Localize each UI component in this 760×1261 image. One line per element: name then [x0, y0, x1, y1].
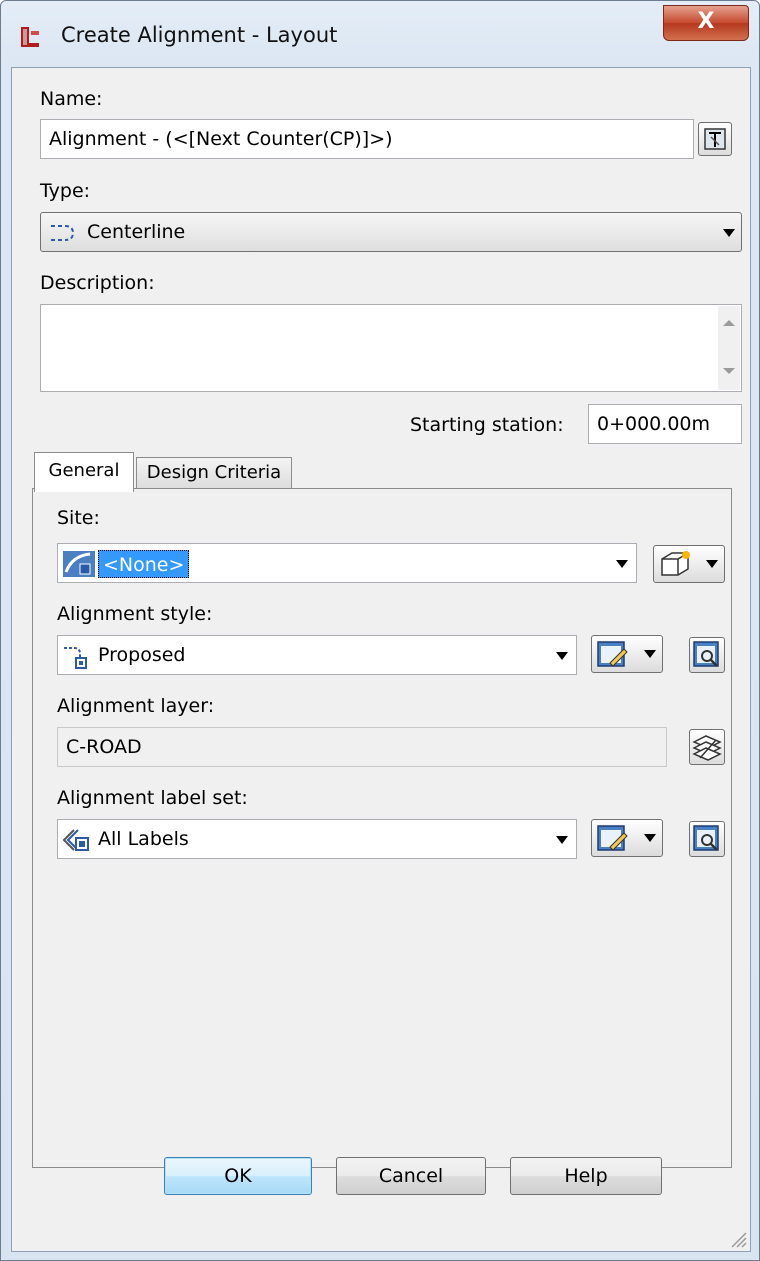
- alignment-label-set-dropdown[interactable]: All Labels: [57, 819, 577, 859]
- starting-station-label: Starting station:: [410, 414, 564, 436]
- create-site-icon: [661, 551, 690, 576]
- chevron-down-icon: [644, 650, 656, 658]
- tab-general[interactable]: General: [34, 452, 134, 492]
- general-tab-panel: Site: <None> Alignment style: Proposed A…: [32, 488, 732, 1168]
- type-label: Type:: [40, 180, 91, 202]
- layers-icon: [692, 735, 722, 761]
- edit-label-set-split-button[interactable]: [591, 819, 663, 857]
- layer-select-button[interactable]: [689, 729, 725, 765]
- tab-design-criteria[interactable]: Design Criteria: [136, 457, 292, 489]
- civil3d-app-icon: [21, 27, 39, 47]
- centerline-type-icon: [51, 225, 75, 241]
- alignment-layer-label: Alignment layer:: [57, 695, 215, 717]
- edit-style-split-button[interactable]: [591, 635, 663, 673]
- edit-label-set-icon: [597, 825, 628, 851]
- alignment-label-set-value: All Labels: [98, 828, 189, 850]
- dialog-window: Create Alignment - Layout X Name: Alignm…: [0, 0, 760, 1261]
- create-site-split-button[interactable]: [653, 545, 725, 583]
- proposed-style-icon: [64, 647, 87, 669]
- type-dropdown[interactable]: Centerline: [40, 212, 742, 252]
- scroll-up-icon[interactable]: [723, 320, 735, 326]
- window-title: Create Alignment - Layout: [61, 23, 338, 47]
- alignment-style-value: Proposed: [98, 644, 186, 666]
- alignment-style-label: Alignment style:: [57, 603, 213, 625]
- chevron-down-icon: [723, 229, 735, 237]
- cancel-button[interactable]: Cancel: [336, 1157, 486, 1195]
- ok-button[interactable]: OK: [164, 1157, 312, 1195]
- description-scrollbar[interactable]: [718, 306, 740, 390]
- site-value: <None>: [98, 550, 190, 578]
- type-value: Centerline: [87, 221, 186, 243]
- label-set-icon: [62, 829, 89, 851]
- help-button[interactable]: Help: [510, 1157, 662, 1195]
- name-label: Name:: [40, 88, 103, 110]
- name-template-button[interactable]: [698, 122, 732, 156]
- site-icon: [63, 551, 95, 577]
- site-dropdown[interactable]: <None>: [57, 543, 637, 583]
- name-input[interactable]: Alignment - (<[Next Counter(CP)]>): [40, 119, 694, 159]
- label-set-browse-button[interactable]: [689, 821, 725, 857]
- site-label: Site:: [57, 507, 100, 529]
- edit-style-icon: [597, 641, 628, 667]
- magnifier-icon: [693, 825, 719, 851]
- close-button[interactable]: X: [663, 5, 749, 41]
- name-template-icon: [704, 128, 726, 150]
- resize-grip-icon[interactable]: [728, 1229, 748, 1249]
- alignment-layer-field: C-ROAD: [57, 727, 667, 767]
- chevron-down-icon: [706, 560, 718, 568]
- chevron-down-icon: [616, 560, 628, 568]
- chevron-down-icon: [556, 836, 568, 844]
- chevron-down-icon: [556, 652, 568, 660]
- style-browse-button[interactable]: [689, 637, 725, 673]
- alignment-label-set-label: Alignment label set:: [57, 787, 248, 809]
- magnifier-icon: [693, 641, 719, 667]
- starting-station-input[interactable]: 0+000.00m: [588, 404, 742, 444]
- alignment-style-dropdown[interactable]: Proposed: [57, 635, 577, 675]
- chevron-down-icon: [644, 834, 656, 842]
- dialog-client-area: Name: Alignment - (<[Next Counter(CP)]>)…: [11, 67, 751, 1252]
- title-bar[interactable]: Create Alignment - Layout X: [1, 1, 759, 67]
- description-textarea[interactable]: [40, 304, 742, 392]
- scroll-down-icon[interactable]: [723, 368, 735, 374]
- description-label: Description:: [40, 272, 155, 294]
